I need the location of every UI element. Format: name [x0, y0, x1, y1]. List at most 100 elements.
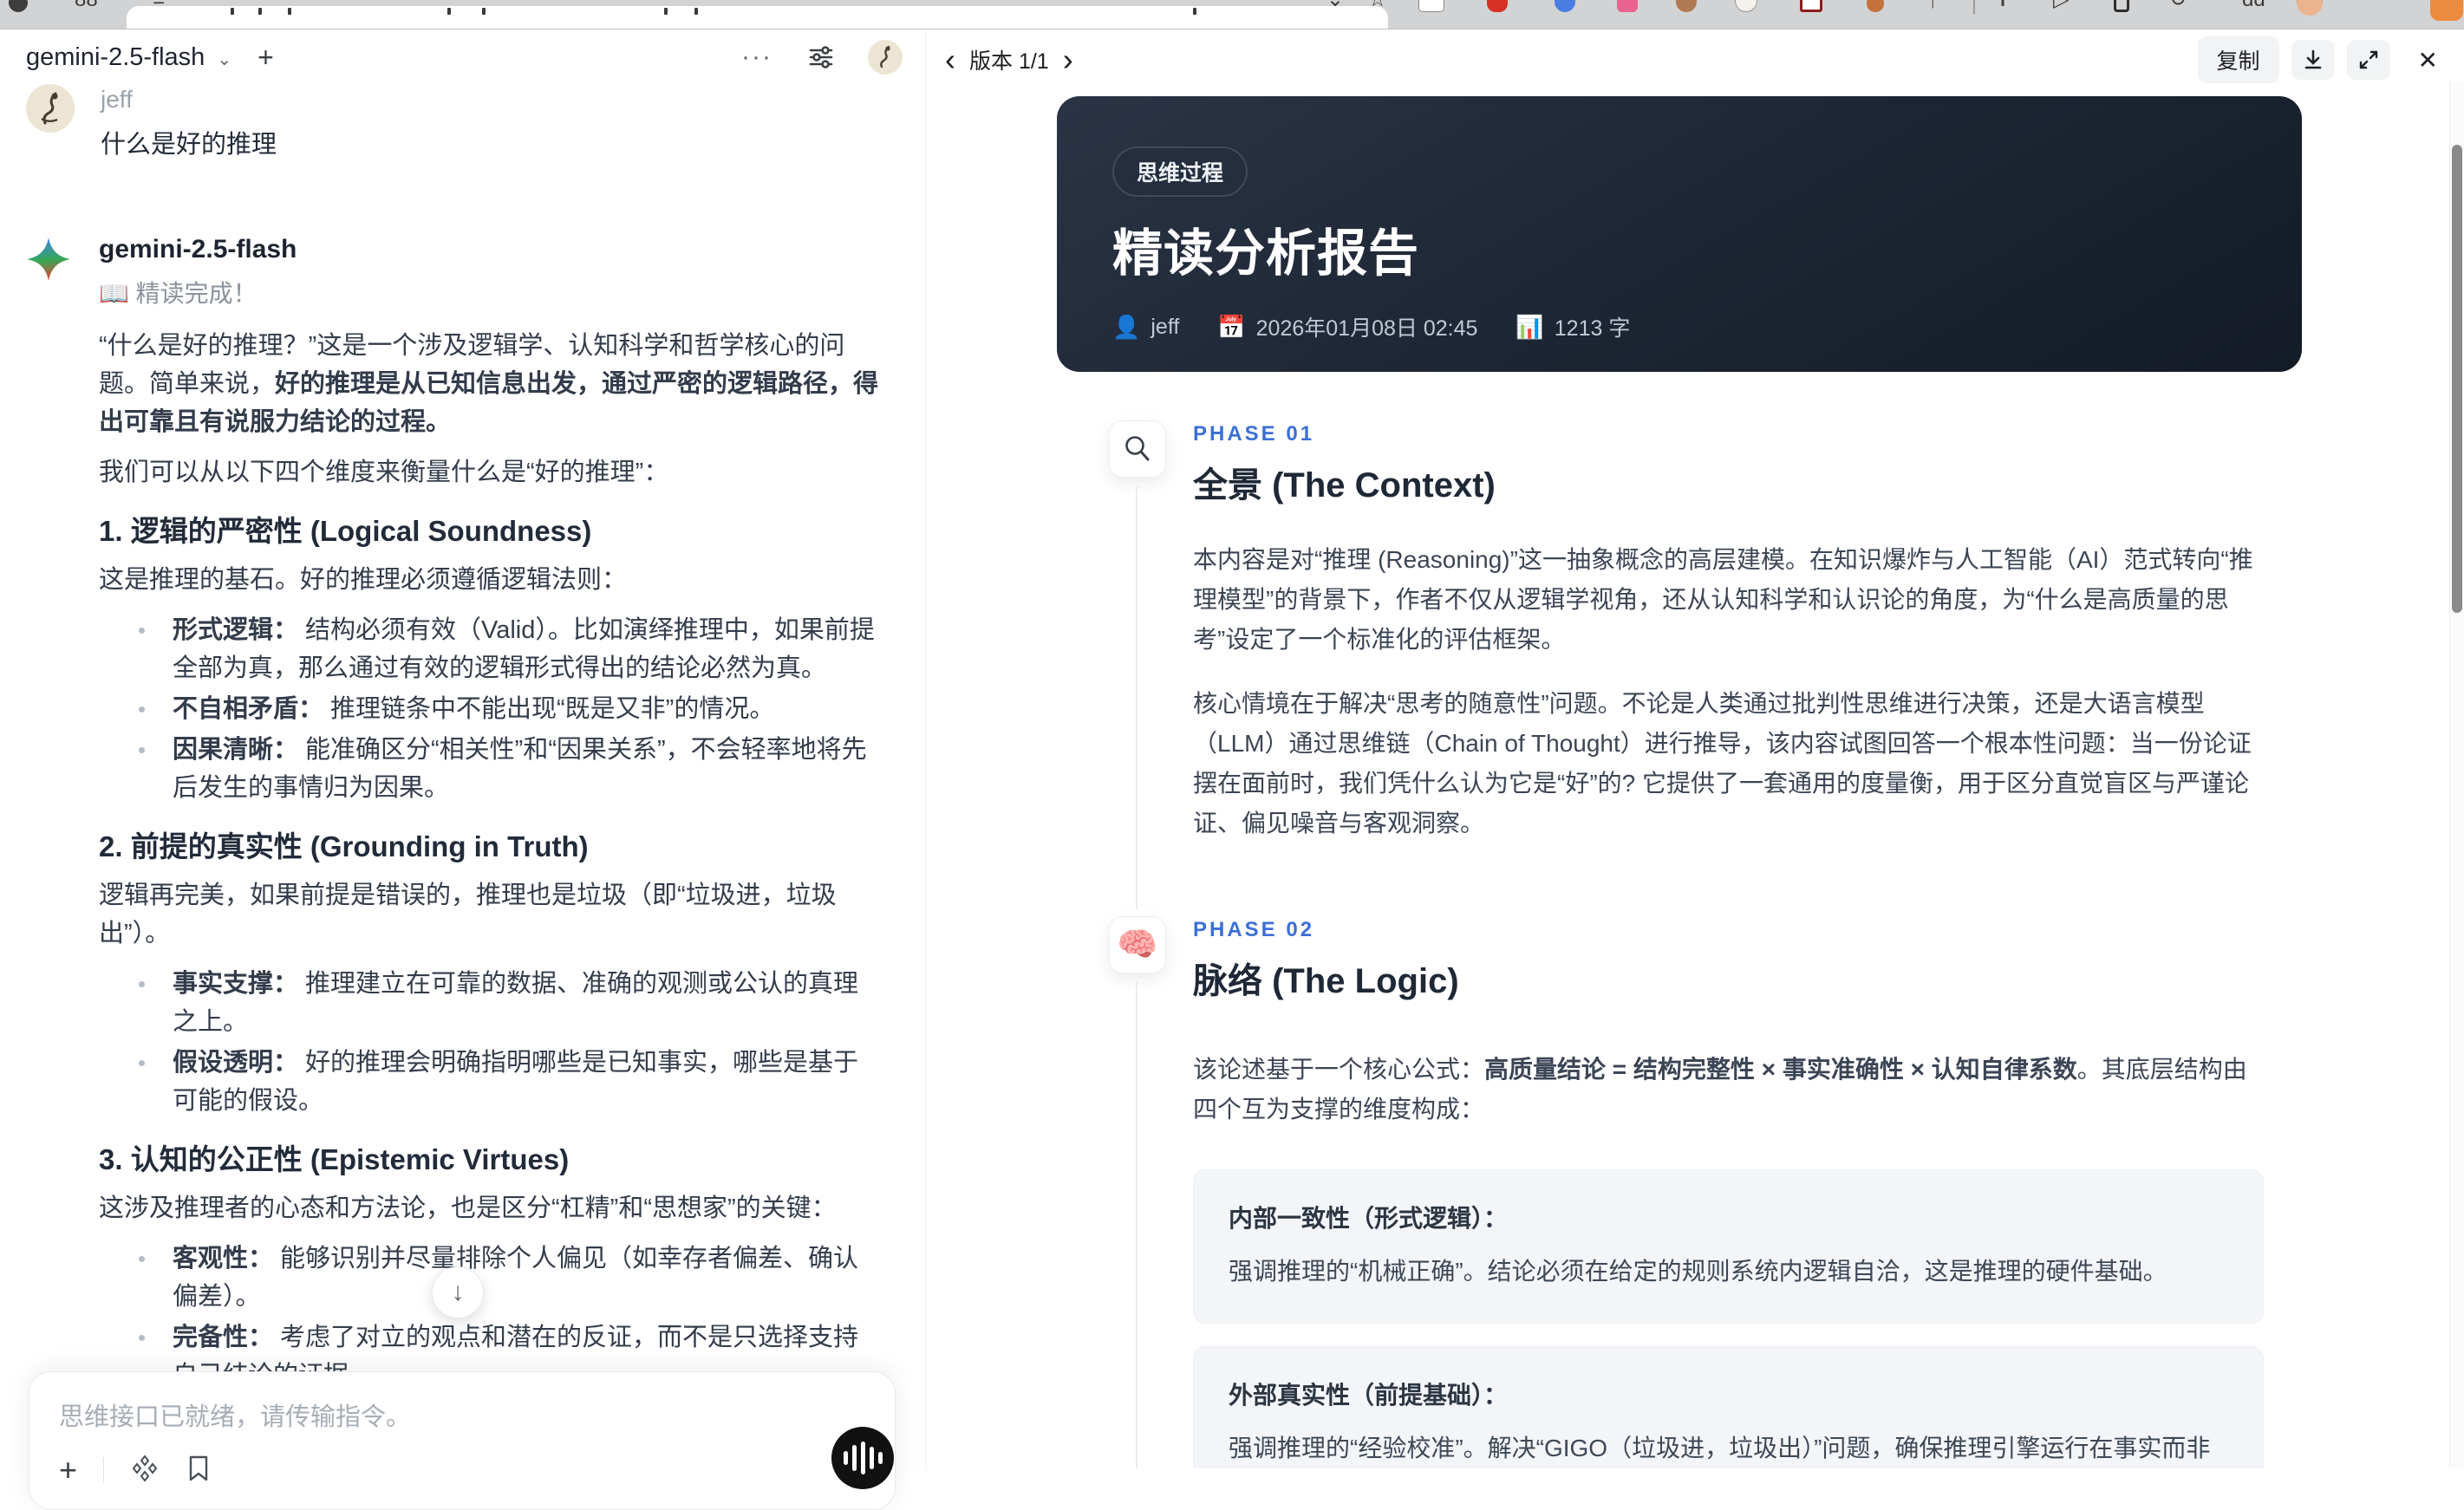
download-button[interactable] — [2291, 40, 2335, 80]
red-shield-extension-icon[interactable] — [1486, 0, 1509, 12]
binoculars-status-icon[interactable]: dd — [2242, 0, 2265, 10]
ink-figure-icon — [880, 45, 890, 68]
tab[interactable] — [127, 6, 1388, 29]
dimension-cards: 内部一致性（形式逻辑）： 强调推理的“机械正确”。结论必须在给定的规则系统内逻辑… — [1193, 1169, 2264, 1468]
sparkle-tools-button[interactable] — [130, 1454, 160, 1487]
browser-chrome-strip: 88 ≡ ⌄ ☆ ᛉ ✛ ▷ ↻ dd — [0, 0, 2464, 29]
user-avatar[interactable] — [2296, 0, 2324, 16]
chat-panel: gemini-2.5-flash ⌄ + ··· jeff 什么是好的推理 ge… — [0, 29, 925, 1510]
person-icon: 👤 — [1112, 313, 1141, 340]
plug-icon[interactable]: ᛉ — [1926, 0, 1939, 10]
darkred-box-extension-icon[interactable] — [1800, 0, 1822, 12]
blue-circle-extension-icon[interactable] — [1554, 0, 1576, 12]
app-window: gemini-2.5-flash ⌄ + ··· jeff 什么是好的推理 ge… — [0, 29, 2464, 1510]
section-lead: 这是推理的基石。好的推理必须遵循逻辑法则： — [99, 566, 628, 594]
meta-author: 👤 jeff — [1112, 313, 1180, 340]
expand-icon — [2359, 50, 2377, 69]
close-button[interactable]: ✕ — [2411, 46, 2445, 75]
section-heading: 3. 认知的公正性 (Epistemic Virtues) — [99, 1143, 570, 1175]
brown-circle-extension-icon[interactable] — [1675, 0, 1698, 12]
section-lead: 逻辑再完美，如果前提是错误的，推理也是垃圾（即“垃圾进，垃圾出”）。 — [99, 882, 837, 947]
book-icon: 📖 — [99, 280, 129, 307]
phase-kicker: PHASE 01 — [1193, 422, 1315, 446]
bar-chart-icon: 📊 — [1516, 313, 1544, 340]
divider — [103, 1457, 105, 1483]
artifact-toolbar: ‹ 版本 1/1 › 复制 ✕ — [926, 29, 2464, 86]
pink-app-extension-icon[interactable] — [1616, 0, 1639, 12]
mask-extension-icon[interactable] — [1418, 0, 1444, 12]
assistant-name: gemini-2.5-flash — [99, 235, 297, 264]
model-selector[interactable]: gemini-2.5-flash — [26, 43, 205, 72]
list-item: 事实支撑： 推理建立在可靠的数据、准确的观测或公认的真理之上。 — [99, 965, 883, 1041]
assistant-response: “什么是好的推理？”这是一个涉及逻辑学、认知科学和哲学核心的问题。简单来说，好的… — [99, 327, 883, 1468]
attach-button[interactable]: + — [59, 1452, 77, 1488]
list-item: 因果清晰： 能准确区分“相关性”和“因果关系”，不会轻率地将先后发生的事情归为因果… — [99, 731, 883, 807]
chat-composer: 思维接口已就绪，请传输指令。 + — [29, 1371, 896, 1510]
chevron-down-icon[interactable]: ⌄ — [217, 49, 231, 70]
waveform-icon — [843, 1451, 848, 1465]
assistant-status: 📖 精读完成！ — [99, 280, 257, 307]
dimension-card: 外部真实性（前提基础）： 强调推理的“经验校准”。解决“GIGO（垃圾进，垃圾出… — [1193, 1346, 2264, 1468]
phase-timeline: 🧠 — [1109, 916, 1166, 1468]
voice-input-button[interactable] — [831, 1427, 894, 1489]
paragraph: 我们可以从以下四个维度来衡量什么是“好的推理”： — [99, 459, 669, 486]
expand-button[interactable] — [2346, 40, 2390, 80]
copy-button[interactable]: 复制 — [2197, 36, 2279, 83]
list-item: 假设透明： 好的推理会明确指明哪些是已知事实，哪些是基于可能的假设。 — [99, 1044, 883, 1120]
phase-title: 全景 (The Context) — [1193, 466, 1496, 504]
phase-1-icon-box — [1109, 420, 1166, 478]
scroll-to-bottom-button[interactable]: ↓ — [432, 1266, 484, 1318]
orange-drop-extension-icon[interactable] — [1864, 0, 1887, 12]
cross-status-icon[interactable]: ✛ — [1994, 0, 2011, 10]
gemini-star-icon — [27, 238, 70, 281]
report-hero-card: 思维过程 精读分析报告 👤 jeff 📅 2026年01月08日 02:45 📊… — [1057, 96, 2302, 372]
list-item: 不自相矛盾： 推理链条中不能出现“既是又非”的情况。 — [99, 690, 883, 728]
phase-1-section: PHASE 01 全景 (The Context) 本内容是对“推理 (Reas… — [1109, 420, 2450, 909]
meta-date: 📅 2026年01月08日 02:45 — [1217, 313, 1478, 342]
phase-2-section: 🧠 PHASE 02 脉络 (The Logic) 该论述基于一个核心公式：高质… — [1109, 916, 2450, 1468]
phase-kicker: PHASE 02 — [1193, 918, 1315, 941]
bookmark-button[interactable] — [186, 1454, 212, 1487]
chat-header: gemini-2.5-flash ⌄ + ··· — [0, 29, 925, 79]
user-name: jeff — [101, 86, 133, 113]
formula-paragraph: 该论述基于一个核心公式：高质量结论 = 结构完整性 × 事实准确性 × 认知自律… — [1193, 1056, 2247, 1123]
user-avatar — [26, 84, 75, 133]
user-message: jeff 什么是好的推理 — [26, 79, 897, 160]
star-icon[interactable]: ☆ — [1368, 0, 1387, 10]
phase-paragraph: 核心情境在于解决“思考的随意性”问题。不论是人类通过批判性思维进行决策，还是大语… — [1193, 690, 2252, 836]
cat-face-extension-icon[interactable] — [1734, 0, 1758, 12]
play-status-icon[interactable]: ▷ — [2053, 0, 2069, 10]
bullet-list: 形式逻辑： 结构必须有效（Valid）。比如演绎推理中，如果前提全部为真，那么通过… — [99, 611, 883, 807]
download-icon — [2304, 49, 2321, 69]
artifact-content: 思维过程 精读分析报告 👤 jeff 📅 2026年01月08日 02:45 📊… — [926, 86, 2450, 1468]
version-prev-button[interactable]: ‹ — [936, 44, 964, 75]
list-item: 客观性： 能够识别并尽量排除个人偏见（如幸存者偏差、确认偏差）。 — [99, 1240, 883, 1316]
refresh-status-icon[interactable]: ↻ — [2169, 0, 2187, 10]
version-next-button[interactable]: › — [1054, 44, 1082, 75]
window-control-icon[interactable] — [7, 0, 29, 12]
intro-paragraph: “什么是好的推理？”这是一个涉及逻辑学、认知科学和哲学核心的问题。简单来说，好的… — [99, 332, 879, 436]
report-title: 精读分析报告 — [1112, 225, 1420, 282]
phase-paragraph: 本内容是对“推理 (Reasoning)”这一抽象概念的高层建模。在知识爆炸与人… — [1193, 546, 2253, 653]
section-heading: 2. 前提的真实性 (Grounding in Truth) — [99, 830, 589, 862]
artifact-panel: ‹ 版本 1/1 › 复制 ✕ 思维过程 精读分析报告 👤 jeff 📅 202… — [925, 29, 2464, 1468]
chevron-icon[interactable]: ⌄ — [1327, 0, 1344, 10]
composer-toolbar: + — [59, 1452, 212, 1488]
scrollbar-thumb[interactable] — [2452, 145, 2462, 613]
phone-status-icon[interactable] — [2114, 0, 2129, 12]
new-chat-button[interactable]: + — [257, 42, 274, 74]
profile-avatar[interactable] — [868, 40, 903, 75]
section-lead: 这涉及推理者的心态和方法论，也是区分“杠精”和“思想家”的关键： — [99, 1194, 837, 1222]
tune-settings-button[interactable] — [807, 43, 835, 71]
chat-input[interactable]: 思维接口已就绪，请传输指令。 — [29, 1372, 895, 1433]
grid-icon[interactable]: 88 — [75, 0, 98, 10]
report-meta: 👤 jeff 📅 2026年01月08日 02:45 📊 1213 字 — [1112, 311, 2246, 342]
arrow-down-icon: ↓ — [451, 1278, 465, 1306]
orange-app-icon[interactable] — [2429, 0, 2464, 21]
section-heading: 1. 逻辑的严密性 (Logical Soundness) — [99, 515, 592, 547]
scrollbar-track[interactable] — [2449, 82, 2464, 1468]
list-item: 形式逻辑： 结构必须有效（Valid）。比如演绎推理中，如果前提全部为真，那么通过… — [99, 611, 883, 687]
divider — [1973, 0, 1975, 14]
more-options-button[interactable]: ··· — [741, 42, 772, 72]
ink-figure-icon — [41, 92, 58, 125]
